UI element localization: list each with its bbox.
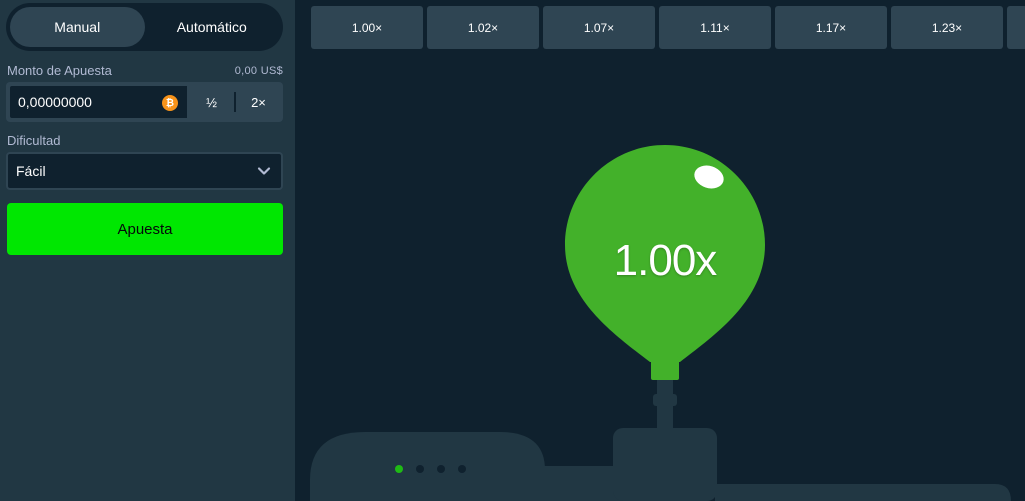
pump-head — [613, 428, 717, 501]
mode-toggle: Manual Automático — [6, 3, 283, 51]
progress-dot — [395, 465, 403, 473]
difficulty-value: Fácil — [16, 163, 46, 179]
difficulty-select[interactable]: Fácil — [6, 152, 283, 190]
progress-dot — [416, 465, 424, 473]
tab-manual[interactable]: Manual — [10, 7, 145, 47]
tab-automatic[interactable]: Automático — [145, 7, 280, 47]
difficulty-label: Dificultad — [7, 133, 61, 148]
bet-input-wrap: ₿ — [8, 84, 189, 120]
balloon-multiplier: 1.00x — [613, 236, 718, 285]
bet-sidebar: Manual Automático Monto de Apuesta 0,00 … — [0, 0, 295, 501]
chevron-down-icon — [257, 167, 271, 175]
bet-amount-usd: 0,00 US$ — [234, 65, 283, 77]
bet-button[interactable]: Apuesta — [7, 203, 283, 255]
half-bet-button[interactable]: ½ — [189, 84, 234, 120]
bet-amount-group: ₿ ½ 2× — [6, 82, 283, 122]
progress-dots — [395, 465, 466, 473]
game-area: 1.00× 1.02× 1.07× 1.11× 1.17× 1.23× 1.00… — [295, 0, 1025, 501]
balloon-knot — [651, 356, 679, 380]
balloon-valve — [653, 394, 677, 406]
pump-floor — [715, 484, 1011, 501]
bet-amount-input[interactable] — [10, 94, 160, 110]
progress-dot — [458, 465, 466, 473]
bitcoin-icon: ₿ — [162, 95, 178, 111]
double-bet-button[interactable]: 2× — [236, 84, 281, 120]
bet-amount-label: Monto de Apuesta — [7, 63, 112, 78]
progress-dot — [437, 465, 445, 473]
